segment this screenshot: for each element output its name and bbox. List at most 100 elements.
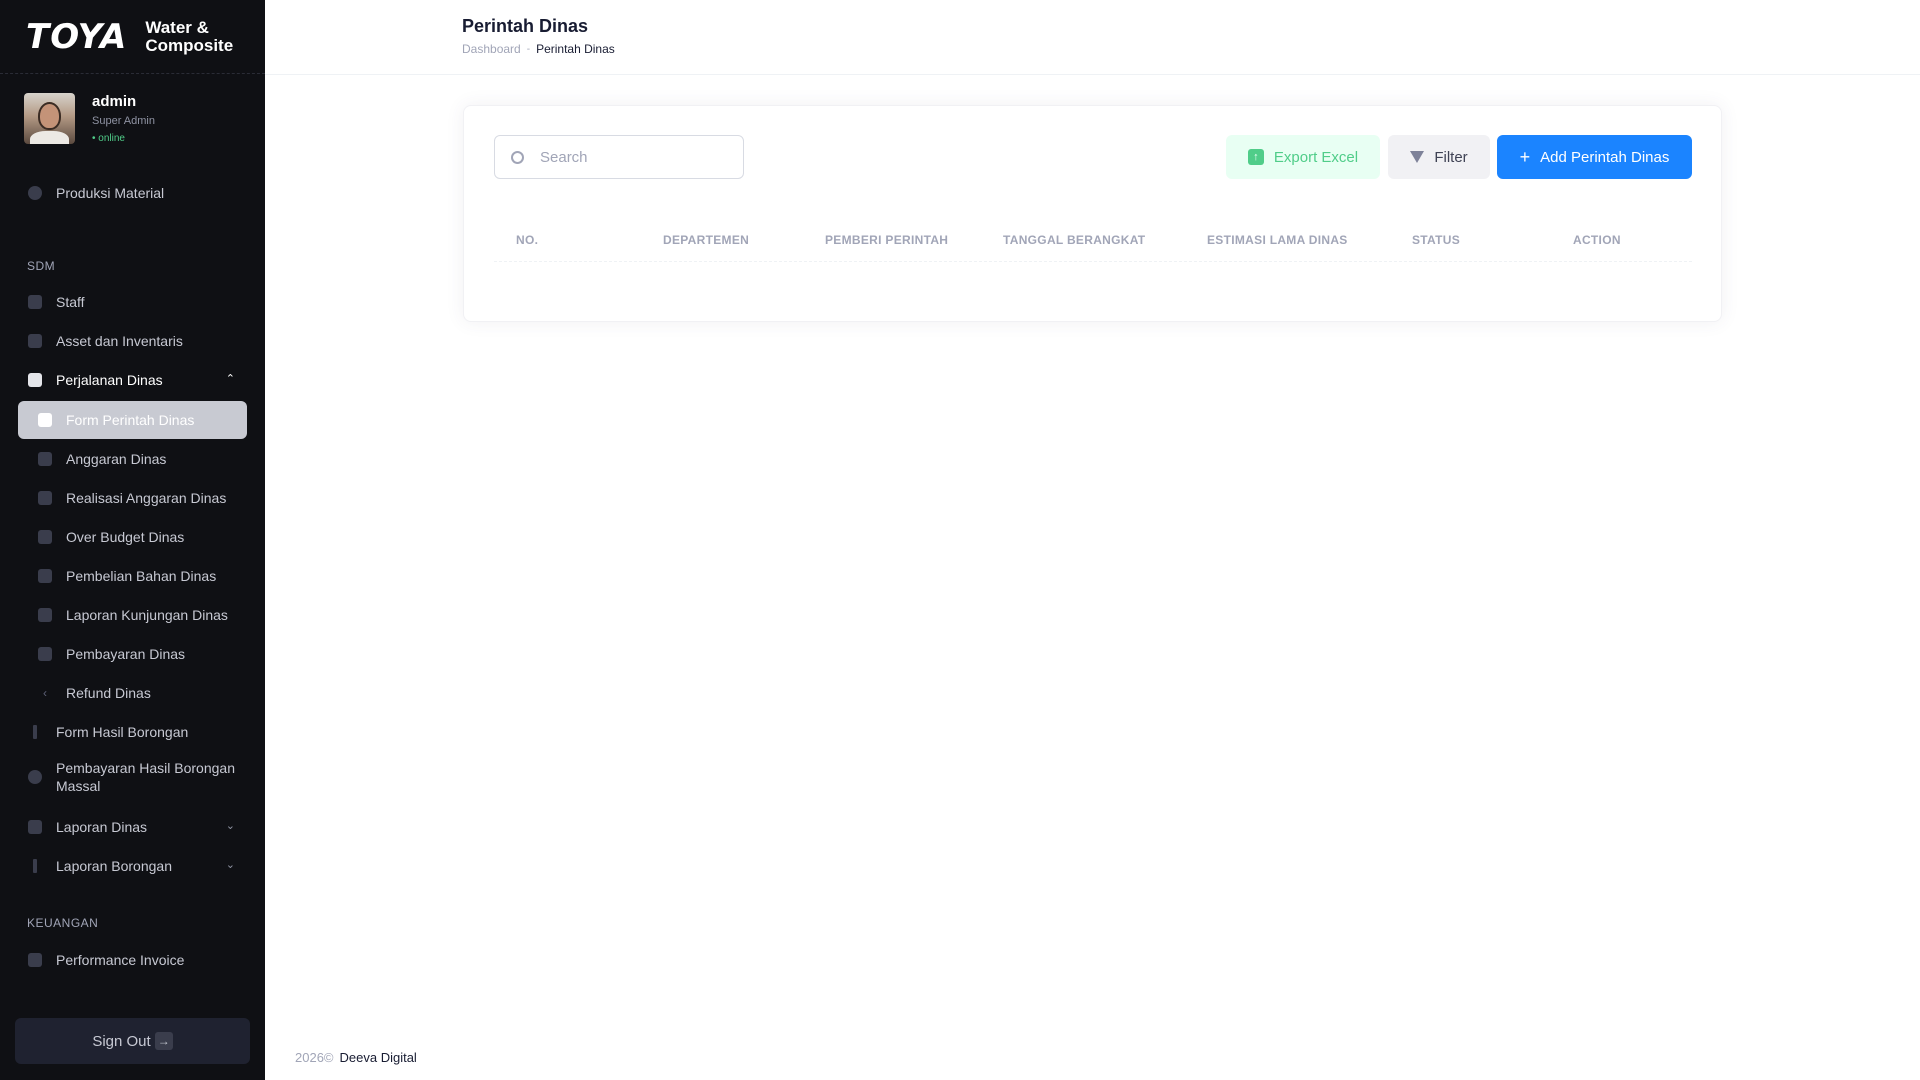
page-header: Perintah Dinas Dashboard - Perintah Dina… (265, 0, 1920, 75)
chevron-left-icon: ‹ (43, 686, 47, 700)
briefcase-icon (28, 373, 42, 387)
sidebar-item-label: Performance Invoice (56, 952, 185, 968)
table-header: NO. DEPARTEMEN PEMBERI PERINTAH TANGGAL … (494, 226, 1692, 262)
sidebar-item-laporan-borongan[interactable]: Laporan Borongan ⌄ (18, 847, 247, 885)
footer-company-link[interactable]: Deeva Digital (340, 1050, 417, 1065)
sidebar-item-pembayaran-dinas[interactable]: Pembayaran Dinas (18, 635, 247, 673)
export-excel-button[interactable]: ↑ Export Excel (1226, 135, 1380, 179)
user-profile: admin Super Admin • online (0, 74, 265, 158)
location-icon (38, 608, 52, 622)
circle-icon (28, 186, 42, 200)
brand-subtitle-line1: Water & (145, 17, 209, 37)
user-role: Super Admin (92, 115, 155, 127)
scissors-icon (38, 569, 52, 583)
add-perintah-dinas-button[interactable]: + Add Perintah Dinas (1497, 135, 1692, 179)
sidebar-item-label: Refund Dinas (66, 685, 151, 701)
sidebar-item-laporan-dinas[interactable]: Laporan Dinas ⌄ (18, 808, 247, 846)
card-icon (38, 647, 52, 661)
user-name: admin (92, 93, 137, 110)
user-info: admin Super Admin • online (92, 93, 155, 144)
sidebar-item-label: Pembayaran Hasil Borongan Massal (56, 760, 235, 794)
perintah-dinas-card: ↑ Export Excel Filter + Add Perintah Din… (463, 105, 1722, 322)
sidebar-item-label: Form Perintah Dinas (66, 412, 195, 428)
filter-button[interactable]: Filter (1388, 135, 1490, 179)
sign-out-icon: → (154, 1032, 173, 1050)
sidebar-item-label: Form Hasil Borongan (56, 724, 189, 740)
add-perintah-dinas-label: Add Perintah Dinas (1540, 148, 1670, 166)
sidebar-item-form-hasil-borongan[interactable]: Form Hasil Borongan (18, 713, 247, 751)
brand-subtitle: Water & Composite (145, 17, 234, 55)
user-status: • online (92, 133, 125, 144)
sidebar-item-label: Anggaran Dinas (66, 451, 167, 467)
sidebar-item-realisasi-anggaran[interactable]: Realisasi Anggaran Dinas (18, 479, 247, 517)
breadcrumb-separator: - (526, 43, 531, 55)
footer-year: 2026© (295, 1050, 334, 1065)
sidebar-item-produksi-material[interactable]: Produksi Material (18, 174, 247, 212)
sidebar: TOYA Water & Composite admin Super Admin… (0, 0, 265, 1080)
search-box[interactable] (494, 135, 744, 179)
sidebar-item-refund-dinas[interactable]: ‹ Refund Dinas (18, 674, 247, 712)
export-excel-label: Export Excel (1273, 148, 1359, 166)
bar-icon (33, 725, 37, 739)
sidebar-item-label: Produksi Material (56, 185, 165, 201)
column-header[interactable]: TANGGAL BERANGKAT (1003, 233, 1145, 247)
dollar-icon (28, 770, 42, 784)
column-header[interactable]: PEMBERI PERINTAH (825, 233, 948, 247)
sidebar-item-label: Perjalanan Dinas (56, 372, 163, 388)
sidebar-item-performance-invoice[interactable]: Performance Invoice (18, 941, 247, 979)
section-keuangan: KEUANGAN (27, 916, 99, 930)
brand-subtitle-line2: Composite (145, 35, 234, 55)
sidebar-item-label: Laporan Borongan (56, 858, 172, 874)
brand[interactable]: TOYA Water & Composite (0, 0, 265, 74)
search-icon (511, 150, 524, 164)
filter-label: Filter (1434, 148, 1468, 166)
sign-out-button[interactable]: Sign Out → (15, 1018, 250, 1064)
user-icon (28, 295, 42, 309)
column-header[interactable]: STATUS (1412, 233, 1460, 247)
chart-icon (38, 530, 52, 544)
sidebar-item-perjalanan-dinas[interactable]: Perjalanan Dinas ⌃ (18, 361, 247, 399)
calendar-icon (38, 452, 52, 466)
page-title: Perintah Dinas (462, 16, 589, 36)
sidebar-item-anggaran-dinas[interactable]: Anggaran Dinas (18, 440, 247, 478)
column-header[interactable]: ESTIMASI LAMA DINAS (1207, 233, 1348, 247)
avatar[interactable] (24, 93, 75, 144)
sidebar-item-label: Pembayaran Dinas (66, 646, 186, 662)
search-input[interactable] (540, 148, 720, 166)
breadcrumb-dashboard[interactable]: Dashboard (462, 42, 521, 56)
column-header[interactable]: NO. (516, 233, 538, 247)
footer: 2026© Deeva Digital (295, 1050, 417, 1065)
plus-icon: + (1519, 147, 1531, 167)
sidebar-item-label: Over Budget Dinas (66, 529, 185, 545)
sign-out-label: Sign Out (92, 1032, 151, 1050)
sidebar-item-over-budget[interactable]: Over Budget Dinas (18, 518, 247, 556)
brand-logo: TOYA (26, 16, 128, 57)
layers-icon (28, 334, 42, 348)
filter-icon (1410, 151, 1425, 163)
sidebar-item-form-perintah-dinas[interactable]: Form Perintah Dinas (18, 401, 247, 439)
column-header[interactable]: ACTION (1573, 233, 1621, 247)
column-header[interactable]: DEPARTEMEN (663, 233, 749, 247)
bar-icon (33, 859, 37, 873)
sidebar-item-label: Realisasi Anggaran Dinas (66, 490, 227, 506)
sidebar-item-laporan-kunjungan[interactable]: Laporan Kunjungan Dinas (18, 596, 247, 634)
sidebar-item-staff[interactable]: Staff (18, 283, 247, 321)
sidebar-item-asset[interactable]: Asset dan Inventaris (18, 322, 247, 360)
form-icon (38, 413, 52, 427)
sidebar-item-label: Asset dan Inventaris (56, 333, 183, 349)
chevron-down-icon: ⌄ (225, 859, 235, 871)
briefcase-icon (28, 820, 42, 834)
upload-icon: ↑ (1247, 149, 1264, 165)
document-icon (28, 953, 42, 967)
chevron-down-icon: ⌄ (225, 820, 235, 832)
sidebar-item-label: Laporan Dinas (56, 819, 148, 835)
breadcrumb: Dashboard - Perintah Dinas (462, 42, 615, 56)
sidebar-item-label: Staff (56, 294, 85, 310)
sidebar-item-label: Laporan Kunjungan Dinas (66, 607, 228, 623)
wallet-icon (38, 491, 52, 505)
sidebar-item-pembayaran-borongan-massal[interactable]: Pembayaran Hasil Borongan Massal (18, 753, 247, 801)
breadcrumb-current: Perintah Dinas (536, 42, 615, 56)
sidebar-item-pembelian-bahan[interactable]: Pembelian Bahan Dinas (18, 557, 247, 595)
chevron-up-icon: ⌃ (225, 373, 235, 385)
sidebar-item-label: Pembelian Bahan Dinas (66, 568, 217, 584)
